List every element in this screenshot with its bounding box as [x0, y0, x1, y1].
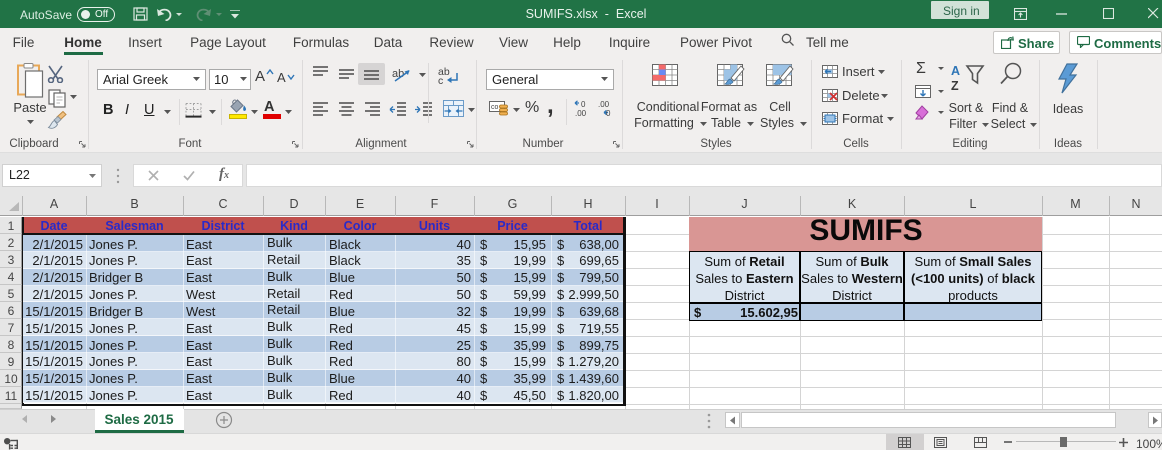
svg-text:Z: Z: [951, 79, 959, 91]
svg-text:.00: .00: [598, 100, 610, 109]
svg-text:c: c: [438, 75, 443, 84]
svg-text:0: 0: [606, 109, 611, 117]
svg-text:.00: .00: [575, 109, 587, 117]
svg-text:A: A: [951, 64, 960, 78]
svg-text:0: 0: [581, 100, 586, 109]
svg-text:co: co: [491, 104, 499, 111]
